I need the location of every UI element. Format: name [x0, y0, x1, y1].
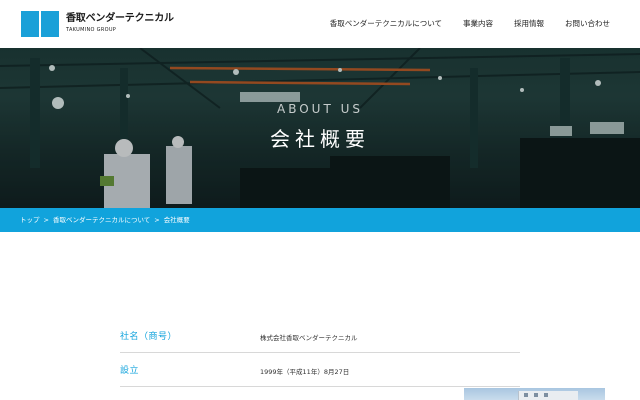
building-photo: [464, 388, 605, 400]
breadcrumb-bar: トップ > 香取ベンダーテクニカルについて > 会社概要: [0, 208, 640, 232]
breadcrumb-separator: >: [154, 216, 160, 224]
page-title: 会社概要: [270, 127, 370, 151]
logo-title: 香取ベンダーテクニカル: [66, 13, 174, 24]
company-logo-text[interactable]: 香取ベンダーテクニカル TAKUMINO GROUP: [66, 13, 174, 34]
breadcrumb-item-about[interactable]: 香取ベンダーテクニカルについて: [53, 215, 150, 225]
site-header: 香取ベンダーテクニカル TAKUMINO GROUP 香取ベンダーテクニカルにつ…: [0, 0, 640, 48]
profile-value: 株式会社香取ベンダーテクニカル: [260, 334, 358, 342]
building-window: [544, 393, 548, 397]
company-logo-mark[interactable]: [21, 11, 59, 37]
logo-block: [21, 11, 39, 37]
breadcrumb-item-home[interactable]: トップ: [20, 215, 40, 225]
profile-value: 1999年（平成11年）8月27日: [260, 368, 350, 376]
logo-block: [41, 11, 59, 37]
profile-row: 社名（商号） 株式会社香取ベンダーテクニカル: [120, 319, 520, 353]
breadcrumb-item-current: 会社概要: [163, 216, 190, 224]
global-nav: 香取ベンダーテクニカルについて 事業内容 採用情報 お問い合わせ: [330, 19, 610, 29]
hero-banner: ABOUT US 会社概要: [0, 48, 640, 208]
profile-label: 設立: [120, 366, 140, 376]
profile-row: 設立 1999年（平成11年）8月27日: [120, 353, 520, 387]
company-profile-table: 社名（商号） 株式会社香取ベンダーテクニカル 設立 1999年（平成11年）8月…: [120, 319, 520, 387]
profile-label: 社名（商号）: [120, 332, 178, 342]
nav-recruit[interactable]: 採用情報: [514, 19, 544, 29]
nav-contact[interactable]: お問い合わせ: [565, 19, 610, 29]
hero-eyebrow: ABOUT US: [276, 102, 363, 116]
breadcrumb: トップ > 香取ベンダーテクニカルについて > 会社概要: [20, 215, 190, 225]
logo-subtitle: TAKUMINO GROUP: [66, 27, 117, 33]
nav-business[interactable]: 事業内容: [463, 19, 493, 29]
nav-about[interactable]: 香取ベンダーテクニカルについて: [330, 19, 442, 29]
breadcrumb-separator: >: [43, 216, 49, 224]
building-window: [534, 393, 538, 397]
building-window: [524, 393, 528, 397]
